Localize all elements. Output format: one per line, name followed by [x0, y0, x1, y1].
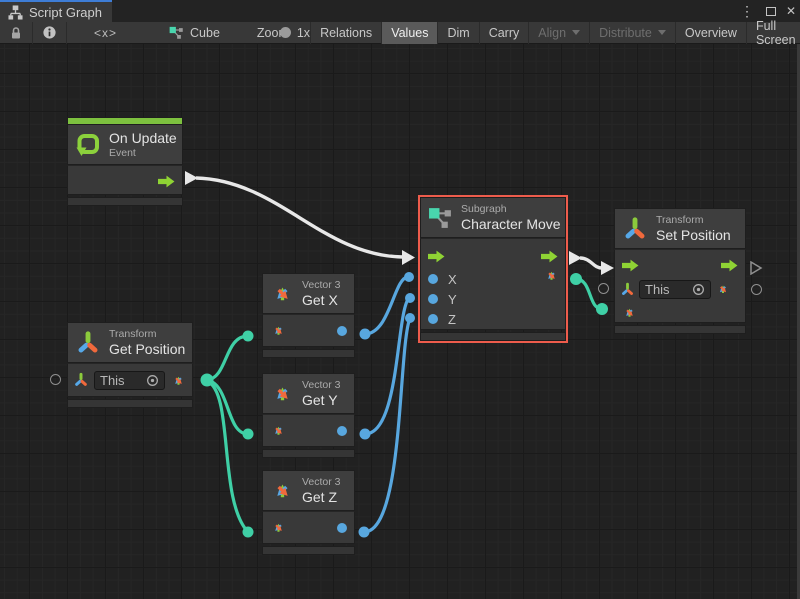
transform-icon [73, 372, 89, 388]
node-get-position[interactable]: Transform Get Position This [67, 322, 193, 408]
window-maximize-button[interactable] [766, 7, 776, 16]
script-graph-icon [8, 5, 23, 20]
transform-icon [75, 330, 101, 356]
tab-title: Script Graph [29, 5, 102, 20]
visual-scripting-window: Script Graph ⋮ ✕ <x> Cube Zoom 1x Relati… [0, 0, 800, 599]
float-input-port-z[interactable] [428, 314, 438, 324]
object-picker-icon[interactable] [146, 374, 159, 387]
vector3-icon [269, 477, 296, 504]
tab-bar: Script Graph ⋮ ✕ [0, 0, 800, 22]
node-on-update[interactable]: On Update Event [67, 117, 183, 206]
node-subtitle: Event [109, 147, 177, 160]
float-output-port[interactable] [337, 326, 347, 336]
set-position-this-port[interactable] [598, 283, 609, 294]
node-footer [262, 546, 355, 555]
vector3-output-port-icon[interactable] [715, 281, 731, 297]
graph-context-breadcrumb[interactable]: Cube [160, 22, 229, 44]
event-node-color-bar [67, 117, 183, 124]
window-close-button[interactable]: ✕ [786, 4, 796, 18]
node-get-y[interactable]: Vector 3 Get Y [262, 373, 355, 458]
node-subtitle: Transform [109, 328, 185, 341]
node-footer [262, 349, 355, 358]
node-subtitle: Transform [656, 214, 731, 227]
float-input-port-x[interactable] [428, 274, 438, 284]
node-get-z[interactable]: Vector 3 Get Z [262, 470, 355, 555]
flow-output-port-icon[interactable] [158, 175, 175, 188]
transform-icon [622, 216, 648, 242]
get-position-this-port[interactable] [50, 374, 61, 385]
set-position-flow-out-port[interactable] [749, 261, 763, 275]
transform-icon [620, 282, 635, 297]
dropdown-arrow-icon [658, 30, 666, 35]
port-label-z: Z [448, 312, 456, 327]
vector3-output-port-icon[interactable] [170, 372, 187, 389]
node-footer [420, 332, 566, 341]
set-position-value-out-port[interactable] [751, 284, 762, 295]
zoom-slider-handle[interactable] [280, 27, 291, 38]
vector3-icon [269, 380, 296, 407]
toolbar-button-distribute[interactable]: Distribute [589, 22, 675, 44]
toolbar-button-align[interactable]: Align [528, 22, 589, 44]
flow-input-port-icon[interactable] [428, 250, 445, 263]
float-output-port[interactable] [337, 426, 347, 436]
node-title: Get Z [302, 489, 341, 506]
node-set-position[interactable]: Transform Set Position This [614, 208, 746, 334]
zoom-value: 1x [297, 26, 310, 40]
port-label-x: X [448, 272, 457, 287]
port-label-y: Y [448, 292, 457, 307]
vector3-output-port-icon[interactable] [543, 267, 560, 284]
dropdown-arrow-icon [572, 30, 580, 35]
flow-output-port-icon[interactable] [721, 259, 738, 272]
code-view-button[interactable]: <x> [66, 22, 144, 44]
vector3-input-port-icon[interactable] [270, 422, 287, 439]
on-update-loop-icon [75, 132, 101, 158]
graph-toolbar: <x> Cube Zoom 1x Relations Values Dim Ca… [0, 22, 800, 44]
toolbar-button-carry[interactable]: Carry [479, 22, 529, 44]
node-title: Character Move [461, 216, 561, 233]
node-character-move[interactable]: Subgraph Character Move X Y Z [420, 197, 566, 341]
toolbar-button-overview[interactable]: Overview [675, 22, 746, 44]
graph-context-icon [169, 25, 184, 40]
node-footer [614, 325, 746, 334]
node-title: On Update [109, 130, 177, 147]
window-menu-button[interactable]: ⋮ [738, 3, 756, 20]
node-footer [262, 449, 355, 458]
this-object-field[interactable]: This [639, 280, 711, 299]
vector3-input-port-icon[interactable] [270, 519, 287, 536]
flow-output-port-icon[interactable] [541, 250, 558, 263]
code-icon: <x> [76, 26, 135, 40]
lock-icon [9, 26, 23, 40]
node-subtitle: Vector 3 [302, 279, 341, 292]
node-footer [67, 399, 193, 408]
float-input-port-y[interactable] [428, 294, 438, 304]
node-title: Set Position [656, 227, 731, 244]
toolbar-button-relations[interactable]: Relations [310, 22, 381, 44]
toolbar-button-dim[interactable]: Dim [437, 22, 478, 44]
node-subtitle: Vector 3 [302, 379, 341, 392]
float-output-port[interactable] [337, 523, 347, 533]
node-footer [67, 197, 183, 206]
toolbar-button-values[interactable]: Values [381, 22, 437, 44]
subgraph-icon [428, 205, 453, 230]
this-object-field[interactable]: This [94, 371, 165, 390]
node-title: Get Position [109, 341, 185, 358]
object-picker-icon[interactable] [692, 283, 705, 296]
tab-script-graph[interactable]: Script Graph [0, 0, 112, 22]
vector3-input-port-icon[interactable] [270, 322, 287, 339]
graph-context-label: Cube [190, 26, 220, 40]
node-title: Get X [302, 292, 341, 309]
vector3-icon [269, 280, 296, 307]
info-button[interactable] [32, 22, 66, 44]
node-subtitle: Subgraph [461, 203, 561, 216]
node-subtitle: Vector 3 [302, 476, 341, 489]
lock-button[interactable] [0, 22, 32, 44]
info-icon [42, 25, 57, 40]
node-title: Get Y [302, 392, 341, 409]
toolbar-button-fullscreen[interactable]: Full Screen [746, 22, 800, 44]
node-get-x[interactable]: Vector 3 Get X [262, 273, 355, 358]
flow-input-port-icon[interactable] [622, 259, 639, 272]
vector3-input-port-icon[interactable] [621, 304, 638, 321]
